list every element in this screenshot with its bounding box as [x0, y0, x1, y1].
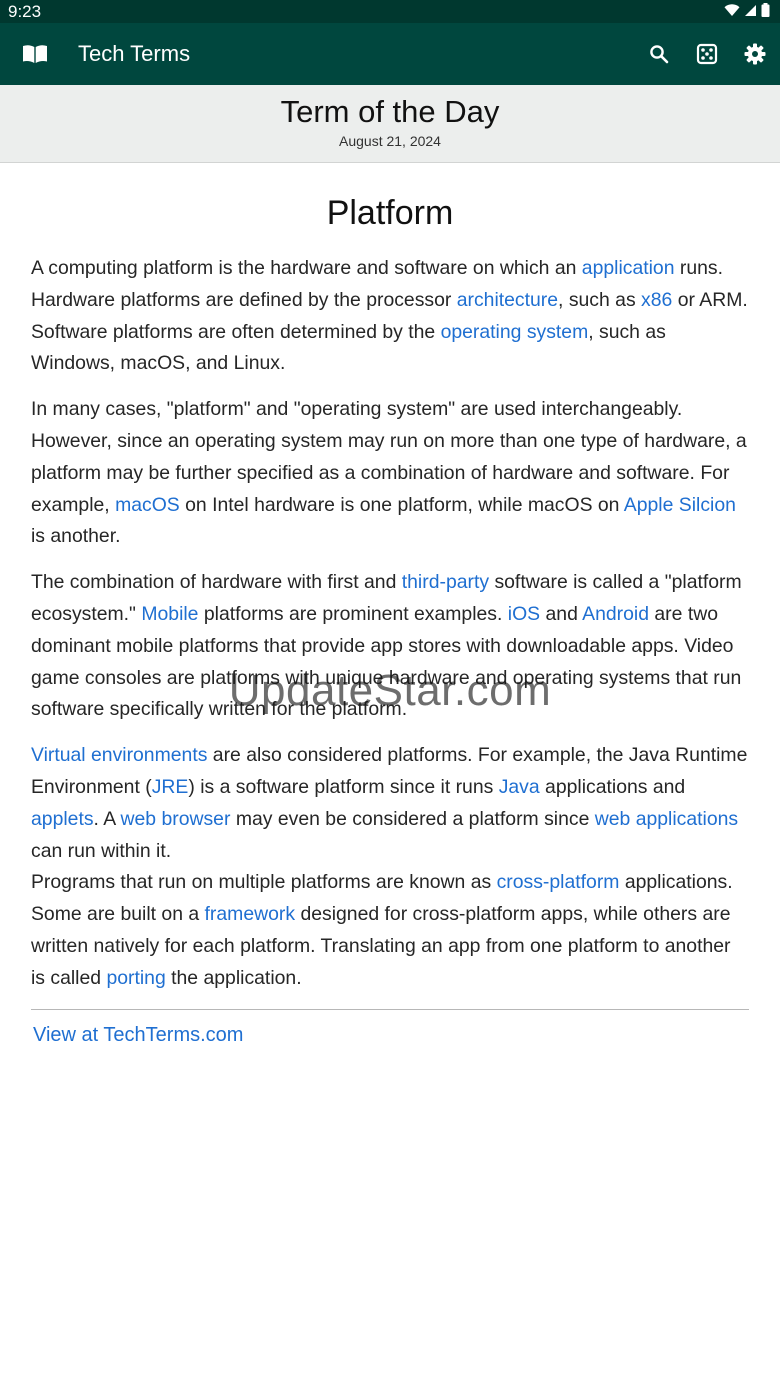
status-bar: 9:23	[0, 0, 780, 23]
text: platforms are prominent examples.	[198, 602, 508, 625]
app-title: Tech Terms	[78, 41, 191, 66]
link-x86[interactable]: x86	[641, 289, 672, 311]
link-third-party[interactable]: third-party	[402, 571, 489, 593]
app-actions	[646, 41, 768, 67]
term-of-the-day-header: Term of the Day August 21, 2024	[0, 85, 780, 163]
text: The combination of hardware with first a…	[31, 571, 402, 594]
text: applications and	[539, 775, 686, 798]
text: the application.	[165, 966, 302, 989]
link-application[interactable]: application	[582, 257, 675, 279]
link-jre[interactable]: JRE	[152, 776, 189, 798]
link-macos[interactable]: macOS	[115, 494, 180, 516]
text: A computing platform is the hardware and…	[31, 257, 582, 279]
link-ios[interactable]: iOS	[508, 603, 540, 625]
status-time: 9:23	[8, 1, 42, 21]
text: , such as	[558, 288, 642, 311]
link-android[interactable]: Android	[582, 603, 649, 625]
app-bar: Tech Terms	[0, 23, 780, 85]
status-icons	[724, 2, 770, 22]
link-cross-platform[interactable]: cross-platform	[497, 871, 620, 893]
book-icon	[22, 43, 48, 65]
term-content: Platform A computing platform is the har…	[0, 193, 780, 1047]
paragraph-5: Programs that run on multiple platforms …	[31, 867, 749, 994]
battery-icon	[761, 2, 770, 22]
link-porting[interactable]: porting	[106, 967, 165, 989]
link-web-applications[interactable]: web applications	[595, 808, 738, 830]
link-applets[interactable]: applets	[31, 808, 94, 830]
paragraph-2: In many cases, "platform" and "operating…	[31, 394, 749, 553]
link-virtual-environments[interactable]: Virtual environments	[31, 744, 207, 766]
text: Programs that run on multiple platforms …	[31, 871, 497, 894]
link-architecture[interactable]: architecture	[457, 289, 558, 311]
search-button[interactable]	[646, 41, 672, 67]
wifi-icon	[724, 2, 740, 22]
text: and	[540, 602, 583, 625]
text: ) is a software platform since it runs	[188, 775, 499, 798]
dice-icon	[696, 43, 718, 65]
link-mobile[interactable]: Mobile	[141, 603, 198, 625]
link-web-browser[interactable]: web browser	[121, 808, 231, 830]
text: . A	[93, 807, 121, 830]
link-java[interactable]: Java	[499, 776, 540, 798]
link-operating-system[interactable]: operating system	[441, 321, 589, 343]
search-icon	[650, 45, 669, 64]
link-apple-silicon[interactable]: Apple Silcion	[624, 494, 736, 516]
gear-icon	[744, 43, 766, 65]
text: on Intel hardware is one platform, while…	[179, 493, 624, 516]
text: is another.	[31, 525, 121, 548]
paragraph-4: Virtual environments are also considered…	[31, 740, 749, 867]
header-date: August 21, 2024	[339, 133, 441, 149]
text: may even be considered a platform since	[230, 807, 595, 830]
link-framework[interactable]: framework	[205, 903, 296, 925]
random-term-button[interactable]	[694, 41, 720, 67]
divider	[31, 1008, 749, 1010]
text: can run within it.	[31, 839, 172, 862]
paragraph-1: A computing platform is the hardware and…	[31, 253, 749, 380]
view-at-techterms-link[interactable]: View at TechTerms.com	[33, 1024, 243, 1047]
paragraph-3: The combination of hardware with first a…	[31, 567, 749, 726]
term-title: Platform	[326, 194, 454, 232]
header-title: Term of the Day	[280, 94, 500, 129]
signal-icon	[744, 2, 757, 22]
settings-button[interactable]	[742, 41, 768, 67]
